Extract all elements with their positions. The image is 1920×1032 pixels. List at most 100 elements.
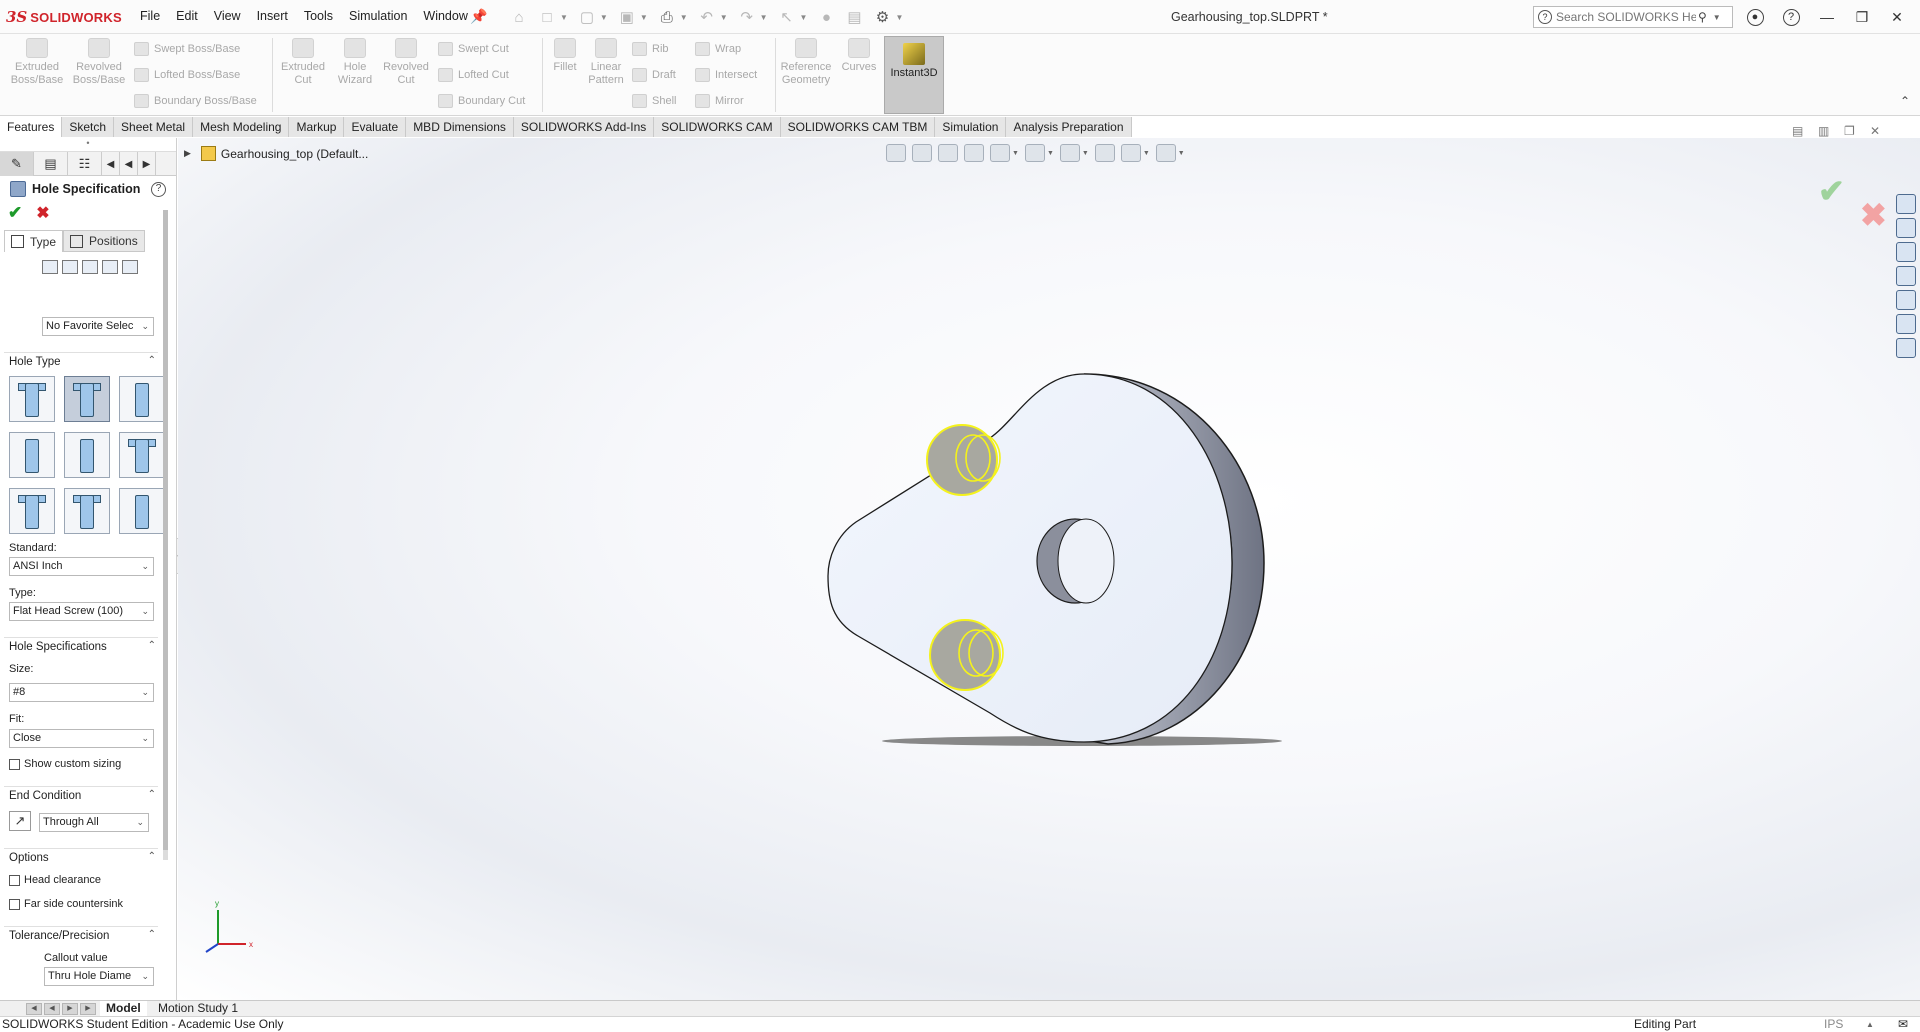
viewport-split-icon[interactable]: ▥	[1818, 124, 1829, 138]
hole-type-countersink-button[interactable]	[64, 376, 110, 422]
view-settings-icon[interactable]	[1155, 144, 1176, 162]
swept-cut-button[interactable]: Swept Cut	[438, 42, 509, 56]
tab-model[interactable]: Model	[100, 1001, 147, 1017]
callout-value-select[interactable]: Thru Hole Diame ⌄	[44, 967, 154, 986]
open-dropdown-icon[interactable]: ▼	[600, 13, 608, 22]
hole-type-counterbore-button[interactable]	[9, 376, 55, 422]
cancel-x-icon[interactable]: ✖	[36, 203, 49, 223]
tab-type[interactable]: Type	[4, 230, 64, 252]
reverse-direction-icon[interactable]: ↗	[9, 811, 31, 831]
swept-boss-button[interactable]: Swept Boss/Base	[134, 42, 240, 56]
graphics-area[interactable]: y x	[178, 138, 1920, 1000]
tab-markup[interactable]: Markup	[289, 117, 345, 137]
custom-properties-icon[interactable]	[1896, 338, 1916, 358]
revolved-cut-button[interactable]: Revolved Cut	[377, 38, 435, 87]
restore-window-icon[interactable]: ❐	[1851, 8, 1873, 26]
head-clearance-checkbox[interactable]: Head clearance	[9, 874, 101, 886]
boundary-cut-button[interactable]: Boundary Cut	[438, 94, 525, 108]
pin-menu-icon[interactable]: 📌	[470, 8, 487, 25]
expand-arrow-icon[interactable]: ▶	[184, 148, 191, 159]
solidworks-resources-icon[interactable]	[1896, 194, 1916, 214]
end-condition-header[interactable]: End Condition ⌃	[4, 786, 158, 804]
chevron-down-icon[interactable]: ▼	[1178, 150, 1185, 157]
ok-check-icon[interactable]: ✔	[8, 203, 22, 223]
next-tab-icon[interactable]: ▶	[62, 1003, 78, 1015]
size-select[interactable]: #8 ⌄	[9, 683, 154, 702]
standard-select[interactable]: ANSI Inch ⌄	[9, 557, 154, 576]
favorite-select[interactable]: No Favorite Selec ⌄	[42, 317, 154, 336]
apply-defaults-icon[interactable]	[42, 260, 58, 274]
chevron-down-icon[interactable]: ▼	[1047, 150, 1054, 157]
hole-type-counterbore-slot-button[interactable]	[9, 488, 55, 534]
property-manager-tab-icon[interactable]: ▤	[34, 152, 68, 176]
far-side-countersink-checkbox[interactable]: Far side countersink	[9, 898, 123, 910]
extruded-cut-button[interactable]: Extruded Cut	[274, 38, 332, 87]
chevron-down-icon[interactable]: ▼	[1082, 150, 1089, 157]
close-window-icon[interactable]: ✕	[1886, 8, 1908, 26]
hole-type-legacy-button[interactable]	[119, 432, 165, 478]
print-icon[interactable]: ⎙	[656, 7, 678, 27]
intersect-button[interactable]: Intersect	[695, 68, 757, 82]
new-dropdown-icon[interactable]: ▼	[560, 13, 568, 22]
menu-edit[interactable]: Edit	[176, 9, 198, 23]
feature-tree-root[interactable]: ▶ Gearhousing_top (Default...	[184, 146, 368, 161]
tab-simulation[interactable]: Simulation	[935, 117, 1007, 137]
tab-mesh-modeling[interactable]: Mesh Modeling	[193, 117, 290, 137]
undo-icon[interactable]: ↶	[696, 7, 718, 27]
fit-select[interactable]: Close ⌄	[9, 729, 154, 748]
pm-scrollbar-thumb[interactable]	[163, 210, 168, 850]
hole-type-header[interactable]: Hole Type ⌃	[4, 352, 158, 370]
pm-help-icon[interactable]: ?	[151, 181, 166, 197]
panel-scroll-right-icon[interactable]: ▶	[138, 152, 156, 176]
tab-evaluate[interactable]: Evaluate	[344, 117, 407, 137]
curves-button[interactable]: Curves	[838, 38, 880, 74]
edit-appearance-icon[interactable]	[1120, 144, 1141, 162]
lofted-cut-button[interactable]: Lofted Cut	[438, 68, 509, 82]
part-model-view[interactable]: y x	[178, 138, 1920, 1000]
collapse-ribbon-icon[interactable]: ⌃	[1900, 94, 1910, 108]
add-favorite-icon[interactable]	[62, 260, 78, 274]
tab-solidworks-add-ins[interactable]: SOLIDWORKS Add-Ins	[513, 117, 655, 137]
lofted-boss-button[interactable]: Lofted Boss/Base	[134, 68, 240, 82]
account-user-icon[interactable]: ●	[1744, 8, 1766, 26]
tab-positions[interactable]: Positions	[63, 230, 145, 252]
zoom-to-fit-icon[interactable]	[886, 144, 906, 162]
revolved-boss-button[interactable]: Revolved Boss/Base	[70, 38, 128, 87]
first-tab-icon[interactable]: ◀	[26, 1003, 42, 1015]
hole-type-straight-tap-button[interactable]	[9, 432, 55, 478]
wrap-button[interactable]: Wrap	[695, 42, 741, 56]
draft-button[interactable]: Draft	[632, 68, 676, 82]
menu-tools[interactable]: Tools	[304, 9, 333, 23]
zoom-to-area-icon[interactable]	[912, 144, 932, 162]
menu-insert[interactable]: Insert	[257, 9, 288, 23]
tab-solidworks-cam[interactable]: SOLIDWORKS CAM	[654, 117, 781, 137]
file-explorer-icon[interactable]	[1896, 266, 1916, 286]
appearances-icon[interactable]	[1896, 314, 1916, 334]
search-icon[interactable]: ⚲	[1698, 10, 1707, 24]
menu-view[interactable]: View	[214, 9, 241, 23]
rebuild-icon[interactable]: ●	[815, 7, 837, 27]
hole-type-slot-button[interactable]	[119, 488, 165, 534]
solidworks-logo[interactable]: 3S SOLIDWORKS	[6, 8, 122, 26]
menu-simulation[interactable]: Simulation	[349, 9, 407, 23]
units-dropdown-icon[interactable]: ▲	[1866, 1017, 1874, 1032]
show-custom-sizing-checkbox[interactable]: Show custom sizing	[9, 758, 121, 770]
options-dropdown-icon[interactable]: ▼	[895, 13, 903, 22]
linear-pattern-button[interactable]: Linear Pattern	[586, 38, 626, 87]
mirror-button[interactable]: Mirror	[695, 94, 744, 108]
select-cursor-icon[interactable]: ↖	[776, 7, 798, 27]
boundary-boss-button[interactable]: Boundary Boss/Base	[134, 94, 257, 108]
last-tab-icon[interactable]: ▶	[80, 1003, 96, 1015]
chat-bubble-icon[interactable]: ✉	[1898, 1017, 1908, 1032]
viewport-tile-icon[interactable]: ▤	[1792, 124, 1803, 138]
viewport-restore-icon[interactable]: ❐	[1844, 124, 1855, 138]
select-dropdown-icon[interactable]: ▼	[800, 13, 808, 22]
status-units[interactable]: IPS	[1824, 1017, 1843, 1032]
type-select[interactable]: Flat Head Screw (100) ⌄	[9, 602, 154, 621]
redo-dropdown-icon[interactable]: ▼	[760, 13, 768, 22]
save-dropdown-icon[interactable]: ▼	[640, 13, 648, 22]
design-library-icon[interactable]	[1896, 242, 1916, 262]
reference-geometry-button[interactable]: Reference Geometry	[777, 38, 835, 87]
rib-button[interactable]: Rib	[632, 42, 669, 56]
search-dropdown-icon[interactable]: ▼	[1713, 13, 1721, 22]
